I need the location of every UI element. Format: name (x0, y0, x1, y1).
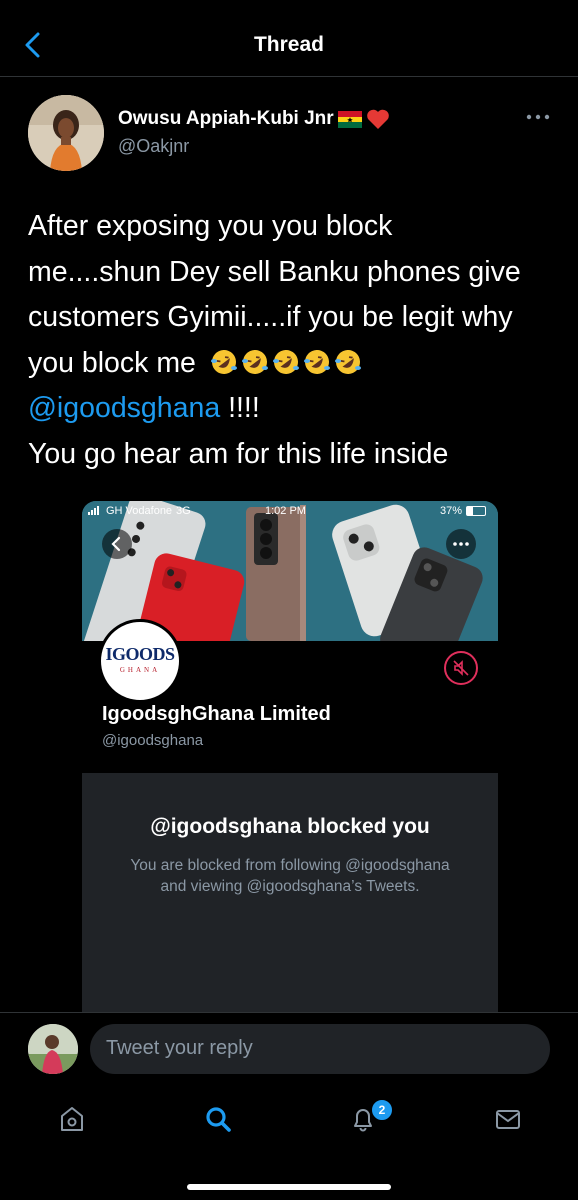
blocked-description: You are blocked from following @igoodsgh… (130, 857, 450, 895)
network-label: 3G (176, 505, 191, 517)
tweet-line-with-emoji: you block me (28, 341, 558, 387)
more-options-icon[interactable] (525, 112, 551, 122)
more-options-icon (453, 542, 469, 546)
tweet-line-mention: @igoodsghana !!!! (28, 386, 558, 432)
profile-more-button[interactable] (446, 529, 476, 559)
page-title: Thread (253, 33, 324, 56)
messages-envelope-icon[interactable] (493, 1104, 523, 1134)
tweet-line: You go hear am for this life inside (28, 437, 449, 470)
battery-icon (466, 506, 486, 516)
rofl-emoji-icon (272, 349, 299, 374)
status-time: 1:02 PM (265, 505, 306, 517)
thread-header: Thread (0, 0, 578, 77)
profile-back-button[interactable] (102, 529, 132, 559)
tweet-text: After exposing you you block me....shun … (28, 204, 558, 477)
notifications-badge: 2 (370, 1098, 394, 1122)
rofl-emoji-icon (303, 349, 330, 374)
blocked-notice: @igoodsghana blocked you You are blocked… (82, 773, 498, 1020)
tweet-line: After exposing you you block (28, 210, 393, 242)
battery-percent: 37% (440, 505, 463, 517)
unmute-button[interactable] (444, 651, 478, 685)
signal-bars-icon (88, 506, 99, 515)
profile-logo: IGOODS GHANA (98, 619, 182, 703)
carrier-label: GH Vodafone (106, 505, 173, 517)
author-name[interactable]: Owusu Appiah-Kubi Jnr (118, 108, 390, 130)
mention-suffix: !!!! (220, 392, 260, 424)
reply-placeholder: Tweet your reply (106, 1037, 253, 1059)
logo-subtext: GHANA (119, 666, 161, 674)
rofl-emoji-icon (334, 349, 361, 374)
ghana-flag-icon (337, 110, 362, 128)
profile-name: IgoodsghGhana Limited (102, 703, 331, 725)
back-chevron-icon (111, 536, 121, 552)
logo-text: IGOODS (105, 644, 175, 664)
rofl-emoji-icon (241, 349, 268, 374)
home-indicator (187, 1184, 391, 1190)
tweet-line: customers Gyimii.....if you be legit why (28, 301, 513, 333)
blocked-title: @igoodsghana blocked you (150, 815, 430, 838)
tweet-line-text: you block me (28, 346, 196, 379)
tweet-line: me....shun Dey sell Banku phones give (28, 255, 521, 288)
tweet-media-image[interactable]: GH Vodafone 3G 1:02 PM 37% IGOODS GHANA … (82, 501, 498, 1020)
user-avatar[interactable] (28, 1024, 78, 1074)
red-heart-icon (366, 109, 389, 129)
author-handle: @Oakjnr (118, 136, 190, 156)
author-name-text: Owusu Appiah-Kubi Jnr (118, 108, 334, 129)
bottom-nav: 2 (0, 1088, 578, 1200)
muted-speaker-icon (453, 660, 469, 676)
author-avatar[interactable] (28, 95, 104, 171)
rofl-emoji-icon (210, 349, 237, 374)
phone-status-bar: GH Vodafone 3G 1:02 PM 37% (82, 501, 498, 521)
search-icon[interactable] (203, 1104, 233, 1134)
reply-input[interactable]: Tweet your reply (90, 1024, 550, 1074)
mention-link[interactable]: @igoodsghana (28, 392, 220, 424)
reply-bar: Tweet your reply (0, 1012, 578, 1089)
home-icon[interactable] (57, 1104, 87, 1134)
profile-handle: @igoodsghana (102, 732, 204, 749)
